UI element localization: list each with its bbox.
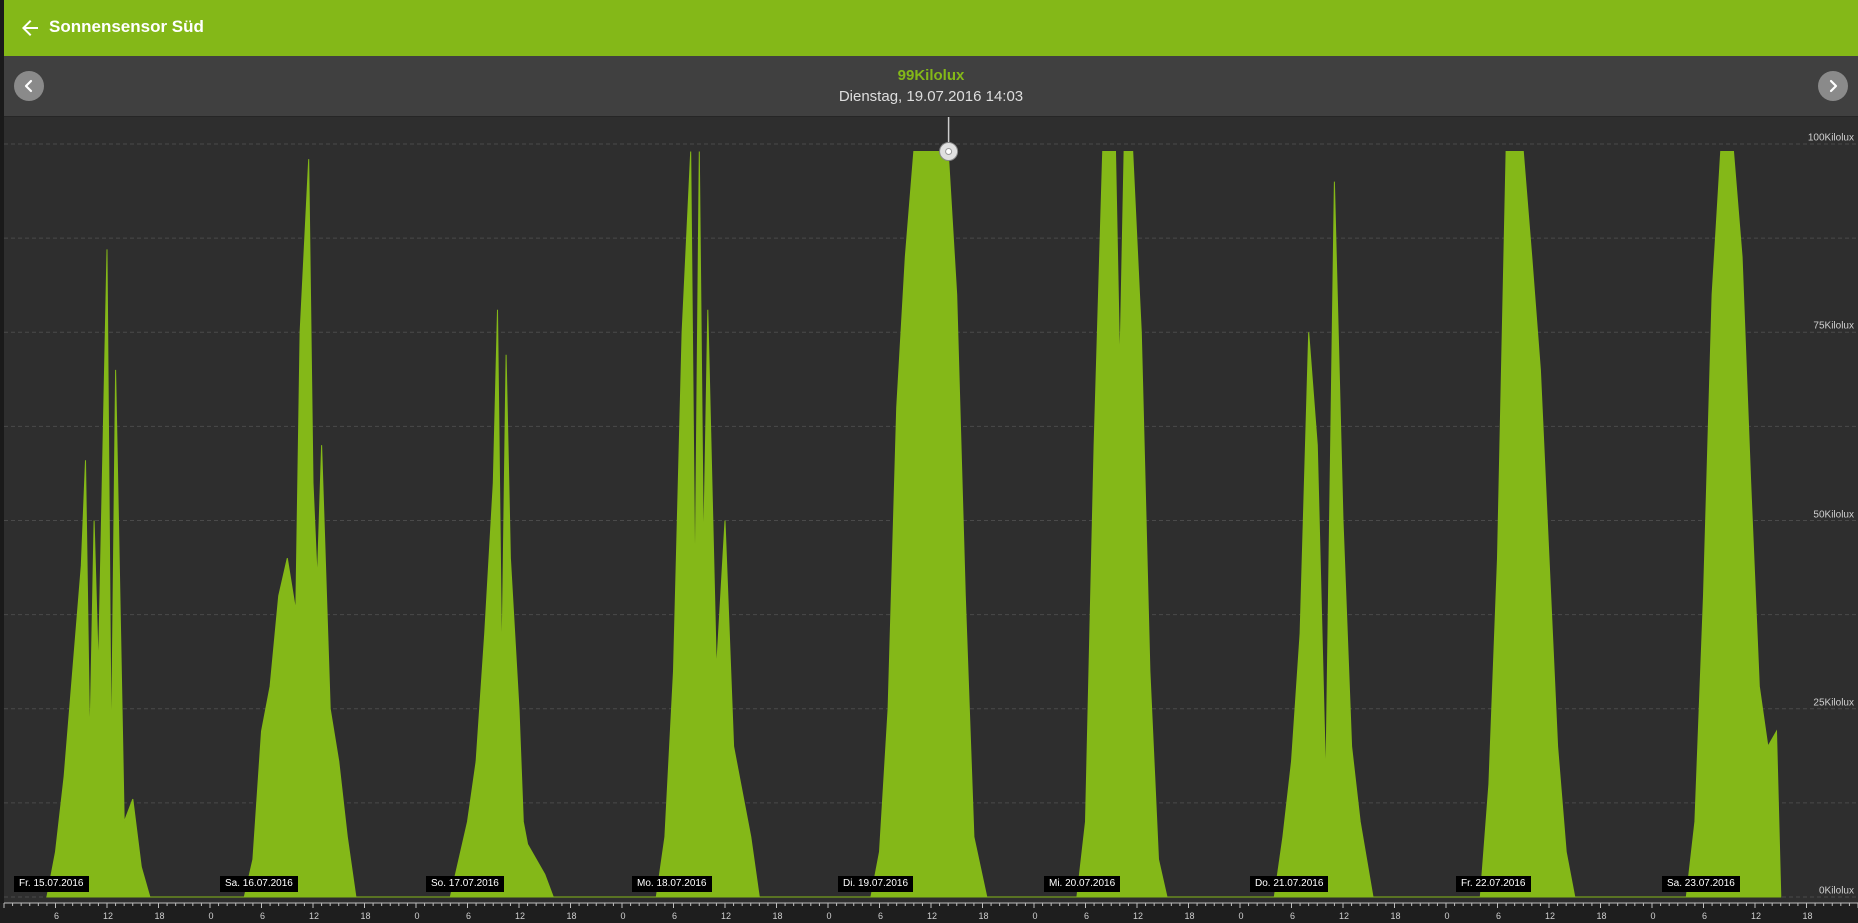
x-tick-label: 0 — [620, 911, 625, 921]
x-tick-label: 12 — [1751, 911, 1761, 921]
x-tick-label: 12 — [721, 911, 731, 921]
x-tick-label: 18 — [772, 911, 782, 921]
x-tick-label: 0 — [1238, 911, 1243, 921]
selection-marker-center — [945, 148, 953, 156]
x-tick-label: 18 — [360, 911, 370, 921]
x-tick-label: 0 — [208, 911, 213, 921]
x-tick-label: 0 — [414, 911, 419, 921]
day-label: Fr. 22.07.2016 — [1456, 876, 1531, 892]
x-tick-label: 18 — [1184, 911, 1194, 921]
day-label: So. 17.07.2016 — [426, 876, 504, 892]
x-tick-label: 12 — [1339, 911, 1349, 921]
day-label: Fr. 15.07.2016 — [14, 876, 89, 892]
x-tick-label: 18 — [978, 911, 988, 921]
x-tick-label: 12 — [1133, 911, 1143, 921]
x-tick-label: 0 — [1032, 911, 1037, 921]
x-tick-label: 18 — [1802, 911, 1812, 921]
y-tick-label: 0Kilolux — [1818, 885, 1854, 897]
day-label: Do. 21.07.2016 — [1250, 876, 1329, 892]
x-tick-label: 18 — [1596, 911, 1606, 921]
x-tick-label: 6 — [260, 911, 265, 921]
x-tick-label: 12 — [515, 911, 525, 921]
x-tick-label: 12 — [927, 911, 937, 921]
x-tick-label: 12 — [1545, 911, 1555, 921]
x-tick-label: 6 — [878, 911, 883, 921]
y-tick-label: 100Kilolux — [1807, 132, 1854, 144]
day-label: Mo. 18.07.2016 — [632, 876, 712, 892]
x-tick-label: 0 — [826, 911, 831, 921]
series-area — [46, 151, 1782, 898]
sensor-area-chart[interactable]: 6 12 18 0 6 12 18 0 6 12 18 0 6 12 18 0 6 12 18 0 6 12 18 0 6 12 1… — [0, 0, 1858, 923]
y-tick-label: 25Kilolux — [1813, 697, 1854, 709]
x-tick-label: 18 — [566, 911, 576, 921]
x-tick-label: 0 — [1650, 911, 1655, 921]
day-label: Sa. 23.07.2016 — [1662, 876, 1740, 892]
x-tick-label: 0 — [1444, 911, 1449, 921]
day-label: Mi. 20.07.2016 — [1044, 876, 1121, 892]
y-tick-label: 50Kilolux — [1813, 509, 1854, 521]
x-tick-label: 18 — [1390, 911, 1400, 921]
x-tick-label: 12 — [103, 911, 113, 921]
x-tick-label: 6 — [1702, 911, 1707, 921]
day-label: Sa. 16.07.2016 — [220, 876, 298, 892]
x-tick-label: 6 — [1290, 911, 1295, 921]
x-tick-label: 6 — [1084, 911, 1089, 921]
x-tick-label: 6 — [466, 911, 471, 921]
x-tick-label: 18 — [154, 911, 164, 921]
x-tick-label: 12 — [309, 911, 319, 921]
x-tick-label: 6 — [672, 911, 677, 921]
day-label: Di. 19.07.2016 — [838, 876, 914, 892]
x-tick-label: 6 — [1496, 911, 1501, 921]
x-tick-label: 6 — [54, 911, 59, 921]
y-tick-label: 75Kilolux — [1813, 320, 1854, 332]
